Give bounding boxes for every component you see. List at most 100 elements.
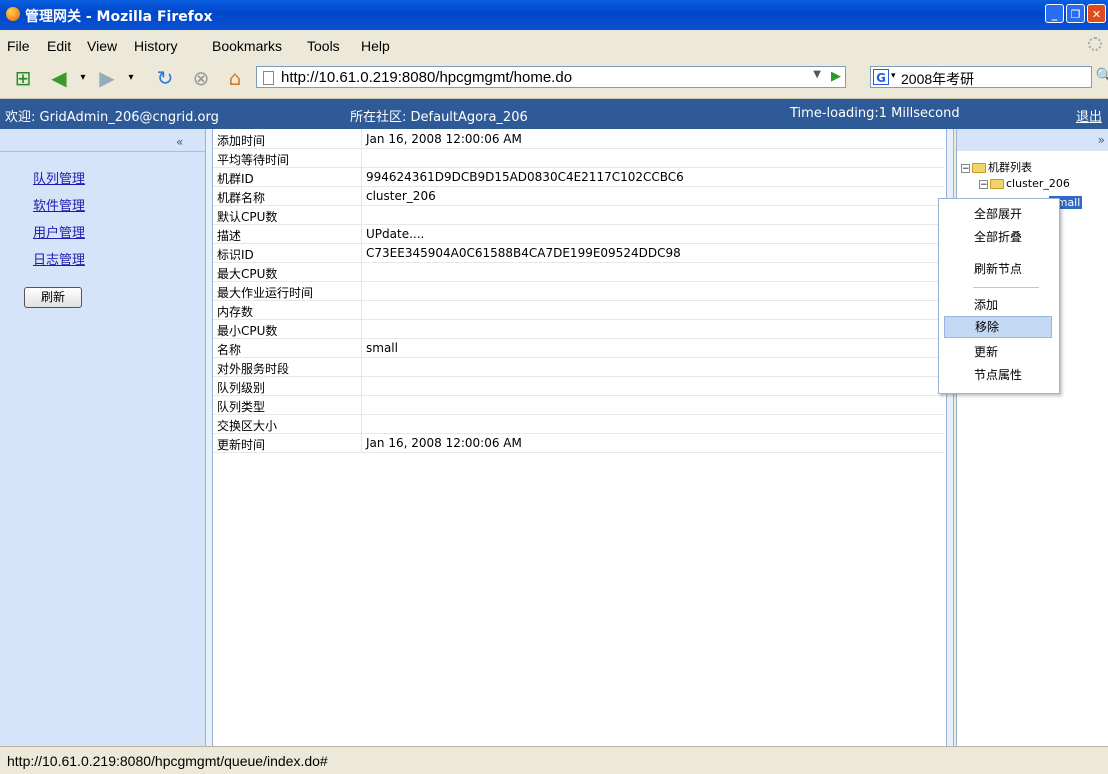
property-key: 队列类型 xyxy=(217,400,266,414)
column-divider xyxy=(361,338,362,357)
property-row[interactable]: 机群ID 994624361D9DCB9D15AD0830C4E2117C102C… xyxy=(213,167,944,187)
expand-right-icon[interactable]: » xyxy=(1098,133,1105,147)
menu-file[interactable]: File xyxy=(7,38,30,54)
collapse-node-icon[interactable]: − xyxy=(979,179,988,189)
column-divider xyxy=(361,433,362,452)
column-divider xyxy=(361,205,362,224)
new-tab-icon[interactable]: ⊞ xyxy=(12,67,34,89)
property-key: 标识ID xyxy=(217,248,254,262)
menu-refresh-node[interactable]: 刷新节点 xyxy=(944,258,1052,280)
property-key: 交换区大小 xyxy=(217,419,278,433)
reload-icon[interactable]: ↻ xyxy=(154,67,176,89)
throbber-icon xyxy=(1088,37,1102,51)
menu-expand-all[interactable]: 全部展开 xyxy=(944,203,1052,225)
property-value: 994624361D9DCB9D15AD0830C4E2117C102CCBC6 xyxy=(366,170,684,184)
search-engine-icon[interactable]: G xyxy=(873,69,889,85)
menu-view[interactable]: View xyxy=(87,38,117,54)
back-icon[interactable]: ◀ xyxy=(48,67,70,89)
property-value: Jan 16, 2008 12:00:06 AM xyxy=(366,436,522,450)
property-key: 最大CPU数 xyxy=(217,267,278,281)
window-title: 管理网关 - Mozilla Firefox xyxy=(25,9,213,25)
property-row[interactable]: 最小CPU数 xyxy=(213,319,944,339)
menu-node-properties[interactable]: 节点属性 xyxy=(944,364,1052,386)
collapse-node-icon[interactable]: − xyxy=(961,163,970,173)
column-divider xyxy=(361,129,362,148)
property-row[interactable]: 名称 small xyxy=(213,338,944,358)
home-icon[interactable]: ⌂ xyxy=(224,67,246,89)
tree-node-cluster[interactable]: − cluster_206 xyxy=(979,177,1070,190)
column-divider xyxy=(361,167,362,186)
property-row[interactable]: 标识ID C73EE345904A0C61588B4CA7DE199E09524D… xyxy=(213,243,944,263)
menu-collapse-all[interactable]: 全部折叠 xyxy=(944,226,1052,248)
community-text: 所在社区: DefaultAgora_206 xyxy=(350,110,528,125)
nav-queue-management[interactable]: 队列管理 xyxy=(33,168,85,187)
column-divider xyxy=(361,186,362,205)
refresh-button[interactable]: 刷新 xyxy=(24,287,82,308)
column-divider xyxy=(361,376,362,395)
property-row[interactable]: 平均等待时间 xyxy=(213,148,944,168)
column-divider xyxy=(361,300,362,319)
property-row[interactable]: 机群名称 cluster_206 xyxy=(213,186,944,206)
back-dropdown-icon[interactable]: ▾ xyxy=(72,67,94,89)
forward-icon[interactable]: ▶ xyxy=(96,67,118,89)
address-dropdown-icon[interactable]: ▼ xyxy=(813,69,821,80)
menu-history[interactable]: History xyxy=(134,38,178,54)
column-divider xyxy=(361,281,362,300)
menu-update[interactable]: 更新 xyxy=(944,341,1052,363)
property-row[interactable]: 对外服务时段 xyxy=(213,357,944,377)
property-value: UPdate.... xyxy=(366,227,425,241)
restore-button[interactable]: ❐ xyxy=(1066,4,1085,23)
menu-tools[interactable]: Tools xyxy=(307,38,340,54)
property-row[interactable]: 最大作业运行时间 xyxy=(213,281,944,301)
left-splitter[interactable] xyxy=(205,129,213,746)
left-nav-panel: « 队列管理 软件管理 用户管理 日志管理 刷新 xyxy=(0,129,205,746)
folder-open-icon xyxy=(972,163,986,173)
address-bar[interactable]: http://10.61.0.219:8080/hpcgmgmt/home.do… xyxy=(256,66,846,88)
search-icon[interactable]: 🔍 xyxy=(1096,68,1108,84)
property-key: 最大作业运行时间 xyxy=(217,286,314,300)
property-row[interactable]: 队列类型 xyxy=(213,395,944,415)
property-value: C73EE345904A0C61588B4CA7DE199E09524DDC98 xyxy=(366,246,681,260)
property-row[interactable]: 最大CPU数 xyxy=(213,262,944,282)
close-button[interactable]: ✕ xyxy=(1087,4,1106,23)
collapse-left-icon[interactable]: « xyxy=(176,135,183,149)
forward-dropdown-icon[interactable]: ▾ xyxy=(120,67,142,89)
menu-bar: File Edit View History Bookmarks Tools H… xyxy=(0,30,1108,58)
firefox-icon xyxy=(6,7,20,21)
folder-open-icon xyxy=(990,179,1004,189)
property-key: 内存数 xyxy=(217,305,254,319)
nav-user-management[interactable]: 用户管理 xyxy=(33,222,85,241)
property-row[interactable]: 默认CPU数 xyxy=(213,205,944,225)
menu-edit[interactable]: Edit xyxy=(47,38,71,54)
search-box[interactable]: G ▾ 2008年考研 🔍 xyxy=(870,66,1108,89)
stop-icon[interactable]: ⊗ xyxy=(190,67,212,89)
property-key: 对外服务时段 xyxy=(217,362,290,376)
property-row[interactable]: 更新时间 Jan 16, 2008 12:00:06 AM xyxy=(213,433,944,453)
nav-log-management[interactable]: 日志管理 xyxy=(33,249,85,268)
page-icon xyxy=(263,71,274,85)
property-grid: 添加时间 Jan 16, 2008 12:00:06 AM 平均等待时间 机群ID 99… xyxy=(213,129,954,746)
address-url[interactable]: http://10.61.0.219:8080/hpcgmgmt/home.do xyxy=(281,69,572,86)
property-row[interactable]: 交换区大小 xyxy=(213,414,944,434)
menu-help[interactable]: Help xyxy=(361,38,390,54)
menu-add[interactable]: 添加 xyxy=(944,294,1052,316)
minimize-button[interactable]: _ xyxy=(1045,4,1064,23)
property-row[interactable]: 内存数 xyxy=(213,300,944,320)
nav-software-management[interactable]: 软件管理 xyxy=(33,195,85,214)
menu-remove[interactable]: 移除 xyxy=(944,316,1052,338)
property-value: small xyxy=(366,341,398,355)
column-divider xyxy=(361,224,362,243)
property-row[interactable]: 描述 UPdate.... xyxy=(213,224,944,244)
property-row[interactable]: 添加时间 Jan 16, 2008 12:00:06 AM xyxy=(213,129,944,149)
column-divider xyxy=(361,148,362,167)
menu-bookmarks[interactable]: Bookmarks xyxy=(212,38,282,54)
property-key: 更新时间 xyxy=(217,438,266,452)
tree-node-root[interactable]: − 机群列表 xyxy=(961,159,1032,175)
go-icon[interactable]: ▶ xyxy=(831,69,841,84)
logout-link[interactable]: 退出 xyxy=(1076,106,1102,125)
search-engine-dropdown-icon[interactable]: ▾ xyxy=(891,71,896,81)
tree-node-cluster-label: cluster_206 xyxy=(1006,177,1070,190)
search-input[interactable]: 2008年考研 xyxy=(901,69,974,89)
property-row[interactable]: 队列级别 xyxy=(213,376,944,396)
property-key: 队列级别 xyxy=(217,381,266,395)
